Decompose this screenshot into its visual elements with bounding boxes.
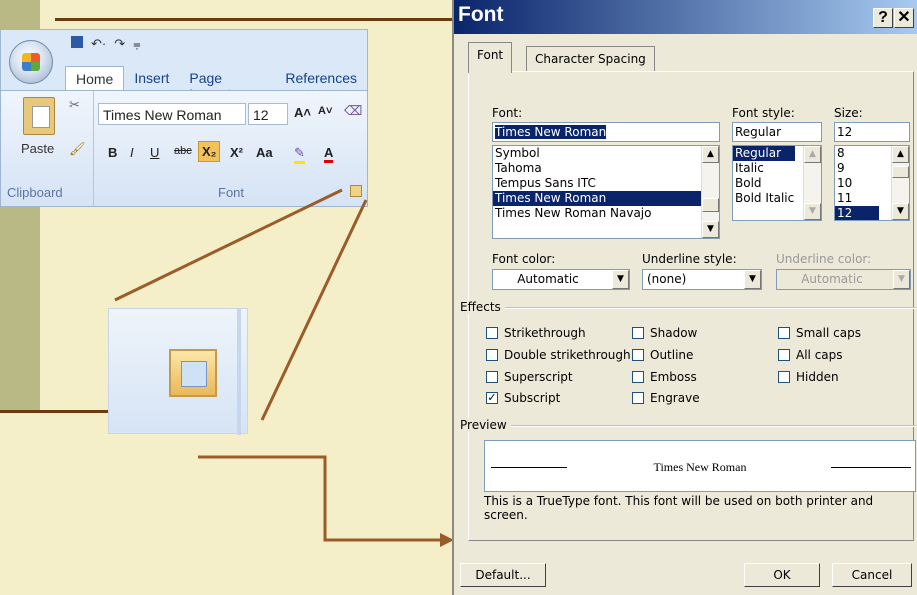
font-list-item[interactable]: Tempus Sans ITC xyxy=(493,176,719,191)
tab-font[interactable]: Font xyxy=(468,42,513,73)
outline-label: Outline xyxy=(650,348,694,362)
subscript-label: Subscript xyxy=(504,391,561,405)
double-strikethrough-checkbox[interactable]: Double strikethrough xyxy=(486,348,631,362)
superscript-label: Superscript xyxy=(504,370,573,384)
preview-divider xyxy=(460,425,916,427)
strikethrough-label: Strikethrough xyxy=(504,326,586,340)
checkbox-box[interactable] xyxy=(778,349,790,361)
superscript-checkbox[interactable]: Superscript xyxy=(486,370,573,384)
tab-character-spacing-label: Character Spacing xyxy=(535,52,646,66)
small-caps-checkbox[interactable]: Small caps xyxy=(778,326,861,340)
underline-color-label: Underline color: xyxy=(776,252,872,266)
checkbox-box[interactable] xyxy=(632,392,644,404)
help-button[interactable]: ? xyxy=(873,8,893,28)
truetype-note: This is a TrueType font. This font will … xyxy=(484,494,874,522)
style-list-scrollbar[interactable]: ▲ ▼ xyxy=(803,146,821,220)
chevron-down-icon[interactable]: ▼ xyxy=(744,270,761,289)
checkbox-box[interactable] xyxy=(486,371,498,383)
hidden-label: Hidden xyxy=(796,370,839,384)
scroll-down-icon[interactable]: ▼ xyxy=(804,203,821,220)
scroll-up-icon[interactable]: ▲ xyxy=(702,146,719,163)
subscript-checkbox[interactable]: ✓ Subscript xyxy=(486,391,560,405)
callout-line-right xyxy=(260,199,368,421)
shadow-checkbox[interactable]: Shadow xyxy=(632,326,697,340)
style-input[interactable]: Regular xyxy=(732,122,822,142)
font-list[interactable]: Symbol Tahoma Tempus Sans ITC Times New … xyxy=(492,145,720,239)
all-caps-checkbox[interactable]: All caps xyxy=(778,348,843,362)
scroll-down-icon[interactable]: ▼ xyxy=(702,221,719,238)
font-color-label: Font color: xyxy=(492,252,556,266)
size-list[interactable]: 8 9 10 11 12 ▲ ▼ xyxy=(834,145,910,221)
engrave-checkbox[interactable]: Engrave xyxy=(632,391,700,405)
dialog-titlebar: Font ? ✕ xyxy=(454,0,917,34)
underline-color-select: Automatic ▼ xyxy=(776,269,911,290)
preview-label: Preview xyxy=(460,418,511,432)
font-list-item[interactable]: Symbol xyxy=(493,146,719,161)
close-button[interactable]: ✕ xyxy=(894,8,914,28)
font-input-value: Times New Roman xyxy=(495,125,607,139)
scroll-up-icon[interactable]: ▲ xyxy=(804,146,821,163)
strikethrough-checkbox[interactable]: Strikethrough xyxy=(486,326,586,340)
preview-box: Times New Roman xyxy=(484,440,916,492)
checkbox-box[interactable] xyxy=(778,327,790,339)
scroll-thumb[interactable] xyxy=(892,166,909,178)
chevron-down-icon: ▼ xyxy=(893,270,910,289)
underline-style-select[interactable]: (none) ▼ xyxy=(642,269,762,290)
font-input[interactable]: Times New Roman xyxy=(492,122,720,142)
effects-label: Effects xyxy=(460,300,505,314)
ok-button[interactable]: OK xyxy=(744,563,820,587)
font-list-item-selected[interactable]: Times New Roman xyxy=(493,191,719,206)
small-caps-label: Small caps xyxy=(796,326,861,340)
font-dialog: Font ? ✕ Font Character Spacing Font: Ti… xyxy=(452,0,917,595)
font-list-scrollbar[interactable]: ▲ ▼ xyxy=(701,146,719,238)
scroll-thumb[interactable] xyxy=(702,198,719,212)
hidden-checkbox[interactable]: Hidden xyxy=(778,370,839,384)
font-list-item[interactable]: Tahoma xyxy=(493,161,719,176)
preview-section: Preview xyxy=(460,418,916,432)
engrave-label: Engrave xyxy=(650,391,700,405)
underline-style-value: (none) xyxy=(647,272,687,286)
checkbox-checked-icon[interactable]: ✓ xyxy=(486,392,498,404)
tab-font-label: Font xyxy=(477,48,504,62)
size-list-item-selected[interactable]: 12 xyxy=(835,206,879,220)
effects-section: Effects xyxy=(460,300,916,314)
cancel-button[interactable]: Cancel xyxy=(832,563,912,587)
underline-style-label: Underline style: xyxy=(642,252,737,266)
font-color-select[interactable]: Automatic ▼ xyxy=(492,269,630,290)
tab-character-spacing[interactable]: Character Spacing xyxy=(526,46,655,71)
size-label: Size: xyxy=(834,106,863,120)
font-label: Font: xyxy=(492,106,523,120)
checkbox-box[interactable] xyxy=(486,327,498,339)
style-label: Font style: xyxy=(732,106,795,120)
checkbox-box[interactable] xyxy=(486,349,498,361)
scroll-up-icon[interactable]: ▲ xyxy=(892,146,909,163)
font-list-item[interactable]: Times New Roman Navajo xyxy=(493,206,719,221)
effects-divider xyxy=(460,307,916,309)
all-caps-label: All caps xyxy=(796,348,843,362)
shadow-label: Shadow xyxy=(650,326,698,340)
style-list-item-selected[interactable]: Regular xyxy=(733,146,795,161)
underline-color-value: Automatic xyxy=(801,272,863,286)
checkbox-box[interactable] xyxy=(632,349,644,361)
size-input[interactable]: 12 xyxy=(834,122,910,142)
size-list-scrollbar[interactable]: ▲ ▼ xyxy=(891,146,909,220)
dialog-title: Font xyxy=(458,3,504,26)
checkbox-box[interactable] xyxy=(632,327,644,339)
emboss-checkbox[interactable]: Emboss xyxy=(632,370,697,384)
double-strikethrough-label: Double strikethrough xyxy=(504,348,631,362)
preview-rule-right xyxy=(831,467,911,468)
checkbox-box[interactable] xyxy=(778,371,790,383)
style-list[interactable]: Regular Italic Bold Bold Italic ▲ ▼ xyxy=(732,145,822,221)
callout-line-left xyxy=(114,188,343,302)
scroll-down-icon[interactable]: ▼ xyxy=(892,203,909,220)
outline-checkbox[interactable]: Outline xyxy=(632,348,693,362)
arrow-line xyxy=(198,455,440,542)
default-button[interactable]: Default... xyxy=(460,563,546,587)
font-color-value: Automatic xyxy=(517,272,579,286)
emboss-label: Emboss xyxy=(650,370,697,384)
chevron-down-icon[interactable]: ▼ xyxy=(612,270,629,289)
checkbox-box[interactable] xyxy=(632,371,644,383)
